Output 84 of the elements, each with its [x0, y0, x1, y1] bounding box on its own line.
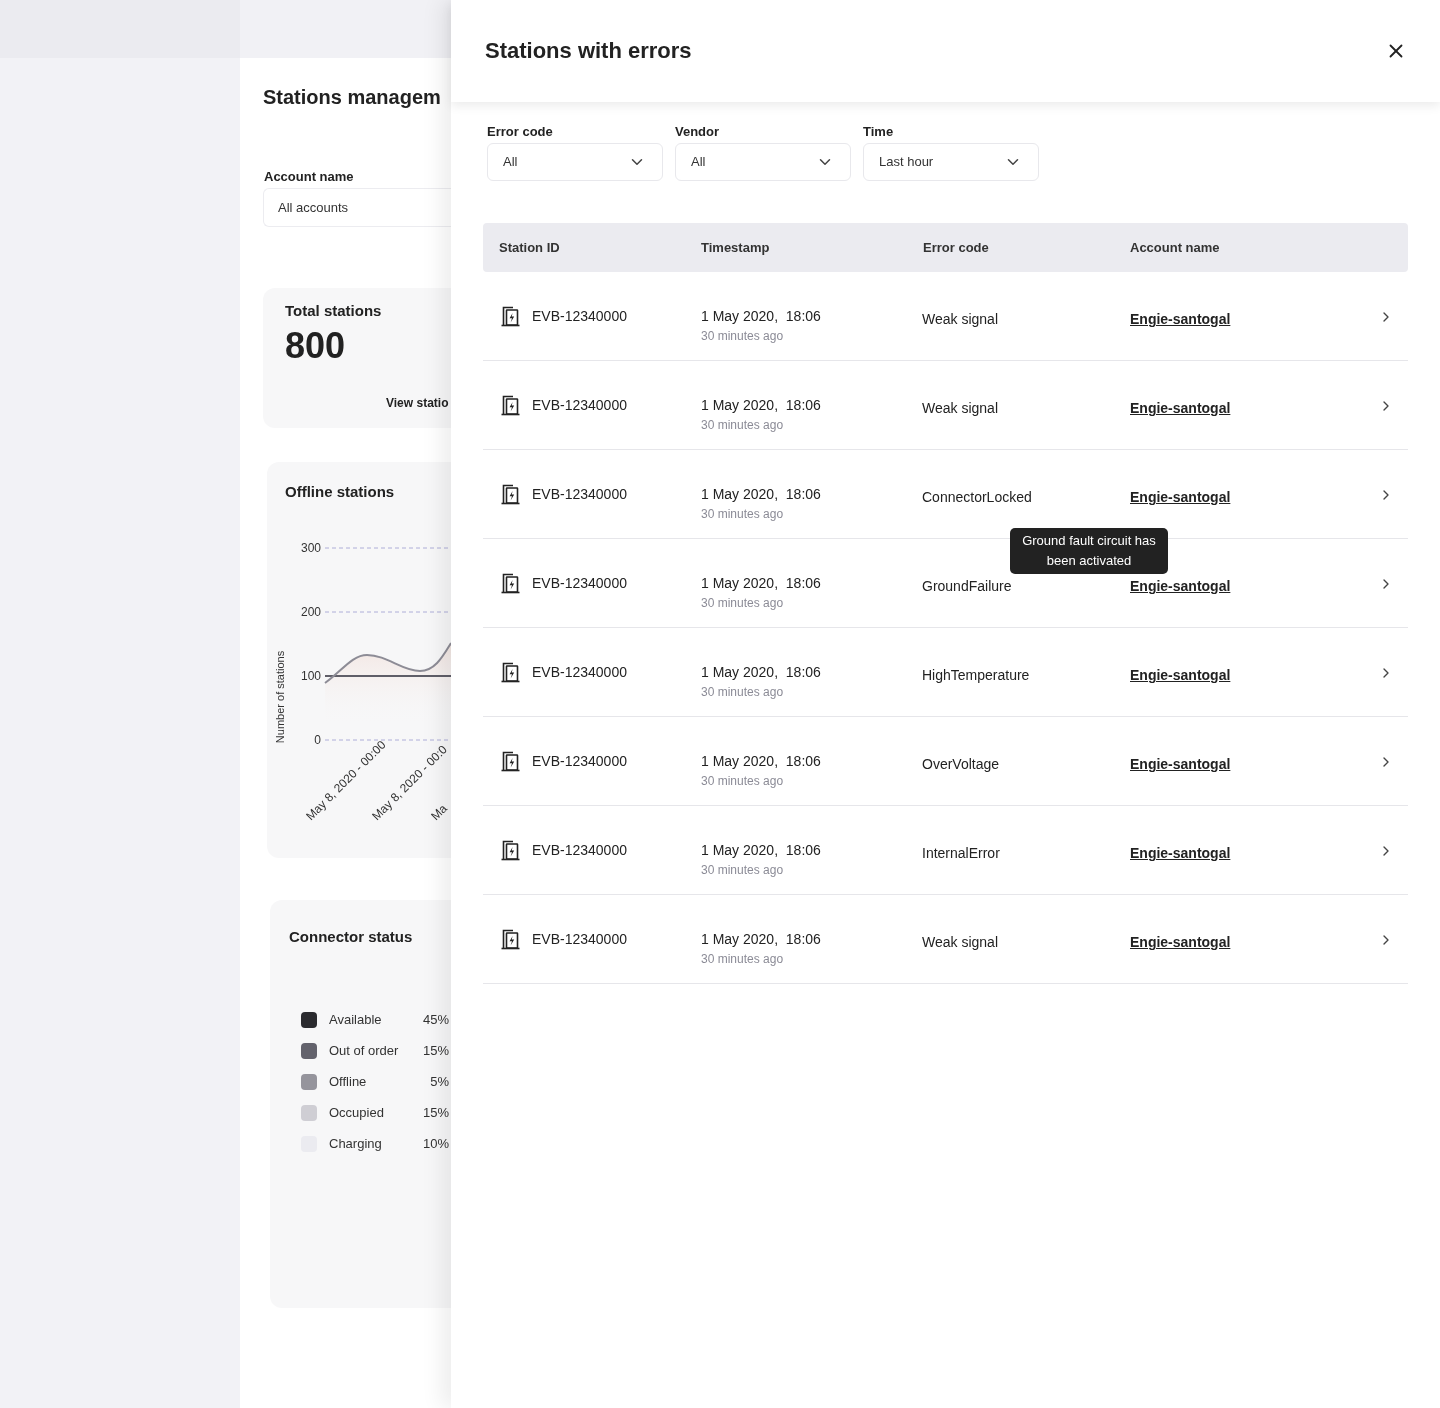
legend-label: Charging — [329, 1134, 383, 1153]
error-code: GroundFailure — [922, 578, 1012, 594]
account-link[interactable]: Engie-santogal — [1130, 845, 1231, 861]
relative-time: 30 minutes ago — [701, 328, 784, 345]
timestamp: 1 May 2020, 18:06 — [701, 930, 822, 949]
column-header: Station ID — [498, 238, 561, 257]
account-link[interactable]: Engie-santogal — [1130, 756, 1231, 772]
relative-time: 30 minutes ago — [701, 506, 784, 523]
column-header: Account name — [1129, 238, 1221, 257]
filter-label: Time — [863, 124, 895, 140]
relative-time: 30 minutes ago — [701, 951, 784, 968]
page-title: Stations managem — [263, 85, 442, 109]
legend-value: 10% — [422, 1134, 449, 1153]
error-code: OverVoltage — [922, 756, 1000, 772]
filter-label: Error code — [487, 124, 554, 140]
station-id: EVB-12340000 — [532, 752, 627, 771]
legend-value: 15% — [422, 1041, 449, 1060]
timestamp: 1 May 2020, 18:06 — [701, 752, 822, 771]
station-id: EVB-12340000 — [532, 396, 627, 415]
tooltip: Ground fault circuit has been activated — [1010, 528, 1168, 574]
charger-icon — [500, 927, 522, 951]
charger-icon — [500, 571, 522, 595]
charger-icon — [500, 660, 522, 684]
x-axis-tick: Ma — [428, 801, 450, 824]
account-link[interactable]: Engie-santogal — [1130, 311, 1231, 327]
station-id: EVB-12340000 — [532, 307, 627, 326]
legend-value: 45% — [422, 1010, 449, 1029]
column-header: Timestamp — [700, 238, 771, 257]
filter-label: Vendor — [675, 124, 721, 140]
error-code: Weak signal — [922, 934, 998, 950]
station-id: EVB-12340000 — [532, 663, 627, 682]
y-axis-tick: 200 — [300, 605, 321, 619]
filter-dropdown[interactable]: All — [675, 143, 851, 181]
timestamp: 1 May 2020, 18:06 — [701, 574, 822, 593]
filter-dropdown[interactable]: Last hour — [863, 143, 1039, 181]
legend-value: 5% — [430, 1072, 449, 1091]
relative-time: 30 minutes ago — [701, 862, 784, 879]
stat-value: 800 — [285, 326, 347, 366]
charger-icon — [500, 304, 522, 328]
legend-value: 15% — [422, 1103, 449, 1122]
error-code: Weak signal — [922, 400, 998, 416]
drawer-title: Stations with errors — [485, 37, 692, 65]
account-link[interactable]: Engie-santogal — [1130, 934, 1231, 950]
view-link[interactable]: View statio — [386, 395, 449, 411]
station-id: EVB-12340000 — [532, 930, 627, 949]
charger-icon — [500, 749, 522, 773]
legend-label: Out of order — [329, 1041, 400, 1060]
card-title: Total stations — [285, 302, 383, 320]
timestamp: 1 May 2020, 18:06 — [701, 663, 822, 682]
timestamp: 1 May 2020, 18:06 — [701, 396, 822, 415]
relative-time: 30 minutes ago — [701, 684, 784, 701]
legend-label: Occupied — [329, 1103, 385, 1122]
relative-time: 30 minutes ago — [701, 417, 784, 434]
legend-label: Available — [329, 1010, 383, 1029]
card-title: Connector status — [289, 928, 414, 946]
field-label: Account name — [264, 169, 355, 185]
column-header: Error code — [922, 238, 990, 257]
relative-time: 30 minutes ago — [701, 595, 784, 612]
y-axis-tick: 300 — [300, 541, 321, 555]
account-link[interactable]: Engie-santogal — [1130, 578, 1231, 594]
y-axis-tick: 0 — [314, 733, 321, 747]
station-id: EVB-12340000 — [532, 574, 627, 593]
error-code: HighTemperature — [922, 667, 1030, 683]
y-axis-tick: 100 — [300, 669, 321, 683]
account-link[interactable]: Engie-santogal — [1130, 400, 1231, 416]
relative-time: 30 minutes ago — [701, 773, 784, 790]
legend-label: Offline — [329, 1072, 368, 1091]
error-code: ConnectorLocked — [922, 489, 1032, 505]
filter-dropdown[interactable]: All — [487, 143, 663, 181]
station-id: EVB-12340000 — [532, 841, 627, 860]
error-code: Weak signal — [922, 311, 998, 327]
timestamp: 1 May 2020, 18:06 — [701, 485, 822, 504]
account-link[interactable]: Engie-santogal — [1130, 667, 1231, 683]
account-link[interactable]: Engie-santogal — [1130, 489, 1231, 505]
error-code: InternalError — [922, 845, 1000, 861]
timestamp: 1 May 2020, 18:06 — [701, 841, 822, 860]
y-axis-label: Number of stations — [274, 650, 286, 744]
account-field[interactable]: All accounts — [263, 188, 451, 227]
timestamp: 1 May 2020, 18:06 — [701, 307, 822, 326]
station-id: EVB-12340000 — [532, 485, 627, 504]
charger-icon — [500, 838, 522, 862]
card-title: Offline stations — [285, 483, 396, 501]
charger-icon — [500, 482, 522, 506]
charger-icon — [500, 393, 522, 417]
